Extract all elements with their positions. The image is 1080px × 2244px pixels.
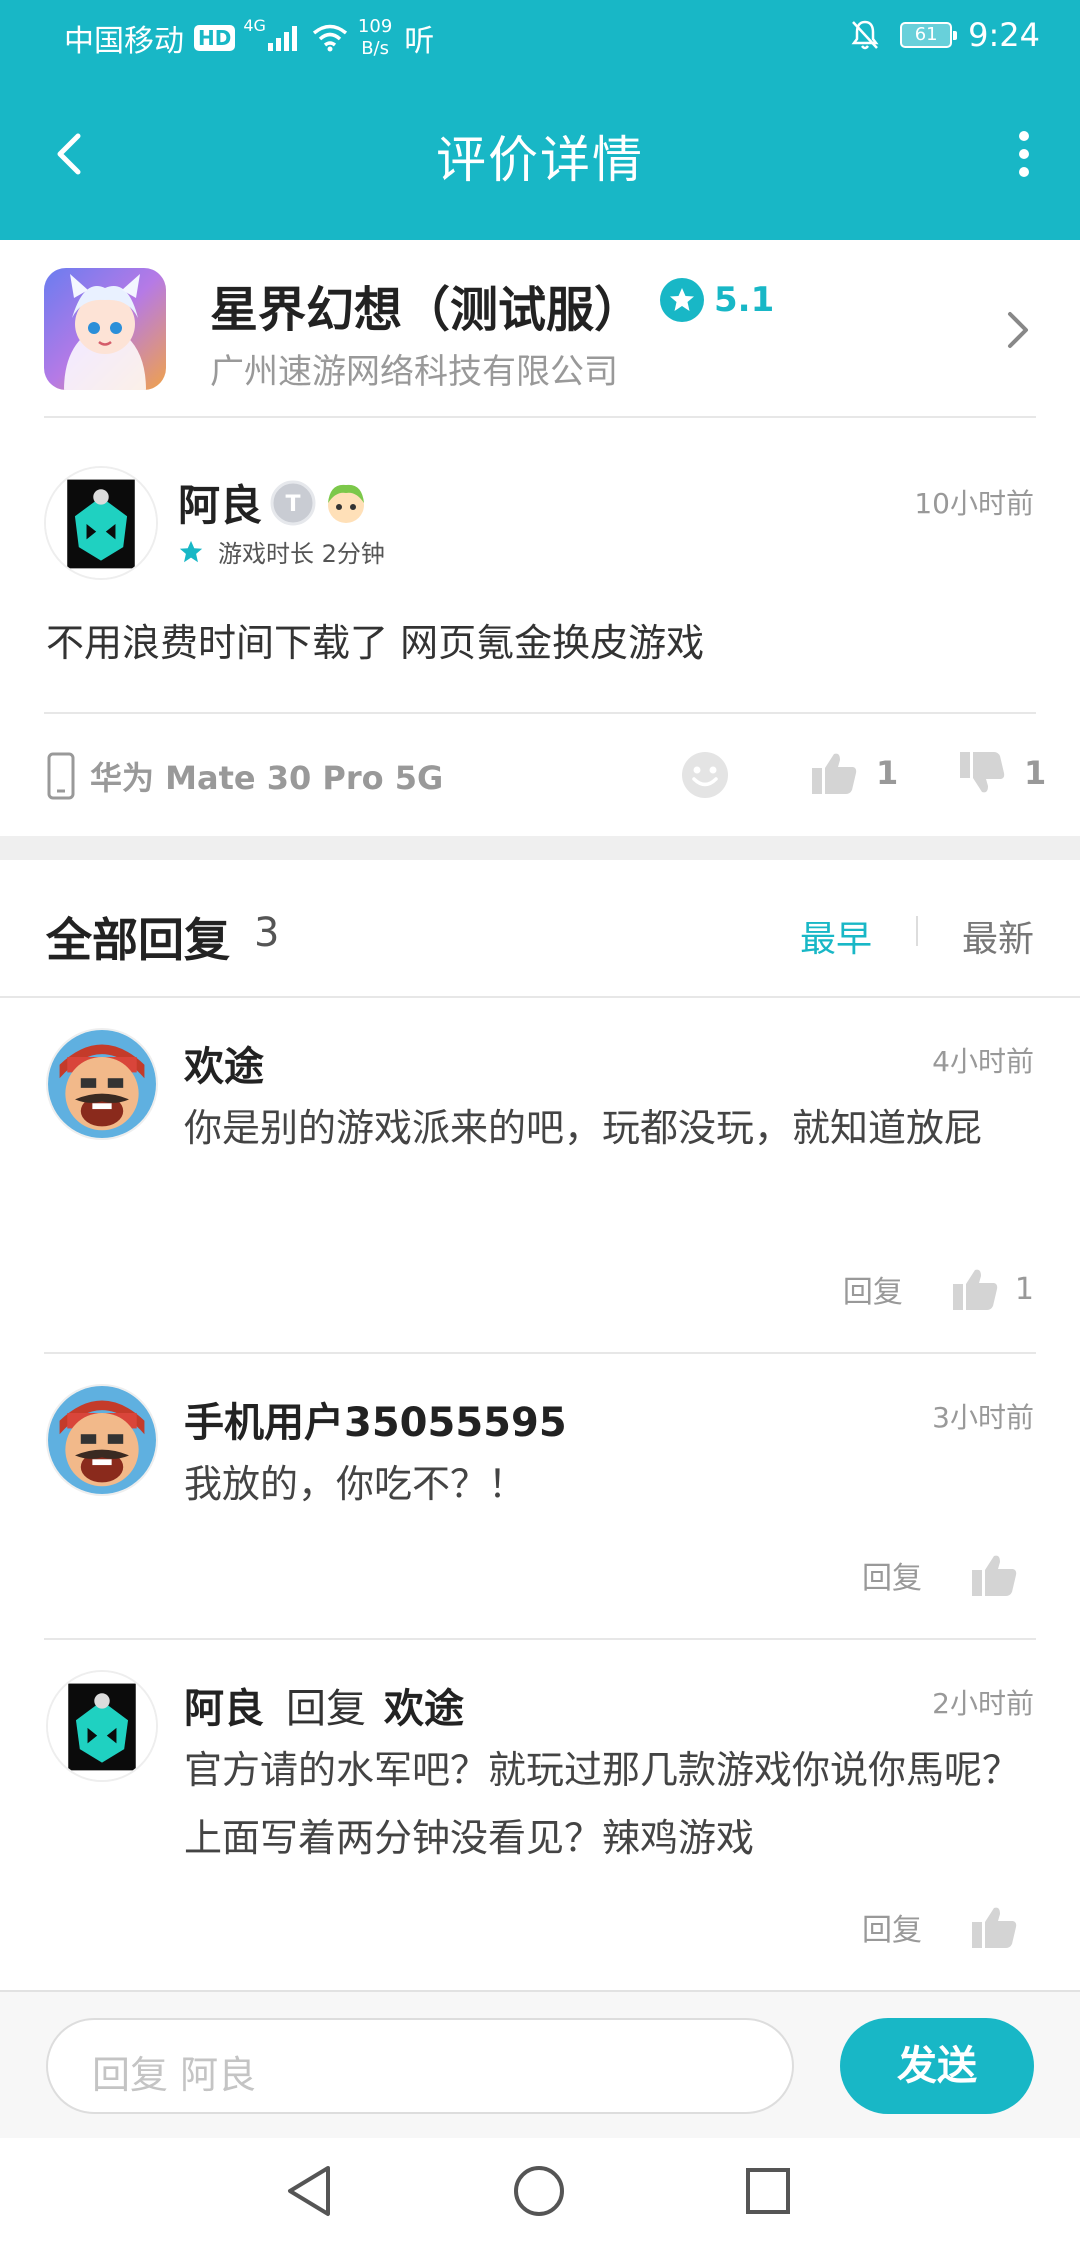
network-speed: 109 B/s: [358, 16, 392, 60]
sort-earliest-tab[interactable]: 最早: [800, 910, 872, 962]
avatar[interactable]: [46, 1670, 158, 1782]
game-card[interactable]: 星界幻想（测试服） 5.1 广州速游网络科技有限公司: [0, 240, 1080, 418]
replies-count: 3: [254, 910, 280, 956]
nav-home-icon[interactable]: [512, 2164, 566, 2218]
divider: [44, 712, 1036, 714]
review-card: 阿良 T 游戏时长 2分钟 10小时前 不用浪费时间下载了 网页氪金换皮游戏 华…: [0, 420, 1080, 836]
sort-latest-tab[interactable]: 最新: [962, 910, 1034, 962]
speed-unit: B/s: [361, 38, 389, 59]
reply-text: 官方请的水军吧？就玩过那几款游戏你说你馬呢？上面写着两分钟没看见？辣鸡游戏: [184, 1748, 1021, 1860]
listen-icon: 听: [404, 24, 435, 59]
playtime-label: 游戏时长 2分钟: [218, 540, 385, 568]
reply-composer: 回复 阿良 发送: [0, 1990, 1080, 2138]
reply-time: 3小时前: [932, 1401, 1034, 1434]
wifi-icon: [312, 24, 348, 52]
nav-back-icon[interactable]: [284, 2164, 334, 2218]
reply-actions: 回复: [862, 1552, 1034, 1598]
like-count: 1: [876, 754, 899, 792]
reply-time: 4小时前: [932, 1045, 1034, 1078]
reply-button[interactable]: 回复: [862, 1553, 922, 1597]
navigation-bar: 评价详情: [0, 110, 1080, 200]
reply-button[interactable]: 回复: [843, 1267, 903, 1311]
developer-name: 广州速游网络科技有限公司: [210, 352, 618, 392]
thumbs-down-icon: [960, 752, 1005, 793]
game-rating: 5.1: [660, 278, 774, 322]
reply-button[interactable]: 回复: [862, 1905, 922, 1949]
reply-input[interactable]: 回复 阿良: [46, 2018, 794, 2114]
phone-icon: [47, 752, 75, 800]
reply-text: 你是别的游戏派来的吧，玩都没玩，就知道放屁: [184, 1106, 983, 1150]
device-name: 华为 Mate 30 Pro 5G: [90, 759, 444, 797]
character-badge-icon: [328, 484, 365, 523]
thumbs-up-icon[interactable]: [951, 1266, 999, 1312]
bell-muted-icon: [851, 20, 879, 50]
dislike-count: 1: [1024, 754, 1047, 792]
divider: [44, 416, 1036, 418]
author-name[interactable]: 阿良: [178, 472, 262, 533]
smiley-icon[interactable]: [680, 750, 730, 800]
reply-to-label: 回复: [286, 1686, 366, 1732]
author-line: 阿良 T: [178, 472, 370, 533]
reply-item: 欢途 4小时前 你是别的游戏派来的吧，玩都没玩，就知道放屁 回复 1: [0, 998, 1080, 1352]
star-icon: [660, 278, 704, 322]
nav-recents-icon[interactable]: [744, 2164, 792, 2218]
device-info: 华为 Mate 30 Pro 5G: [46, 752, 443, 800]
thumbs-up-icon[interactable]: [970, 1552, 1018, 1598]
hd-badge: HD: [194, 25, 236, 51]
reply-time: 2小时前: [932, 1687, 1034, 1720]
avatar[interactable]: [46, 1384, 158, 1496]
game-name: 星界幻想（测试服）: [210, 282, 643, 338]
dislike-button[interactable]: 1: [958, 750, 1046, 796]
avatar[interactable]: [46, 1028, 158, 1140]
replies-header: 全部回复 3 最早 最新: [0, 860, 1080, 998]
reply-actions: 回复 1: [843, 1266, 1034, 1312]
speed-value: 109: [357, 16, 393, 37]
carrier-label: 中国移动: [64, 24, 184, 59]
reply-item: 手机用户35055595 3小时前 我放的，你吃不？！ 回复: [0, 1354, 1080, 1640]
sort-divider: [916, 916, 918, 946]
playtime: 游戏时长 2分钟: [178, 534, 385, 569]
reply-target[interactable]: 欢途: [384, 1676, 464, 1734]
like-button[interactable]: 1: [810, 750, 898, 796]
battery-indicator: 61: [900, 22, 958, 48]
section-gap: [0, 836, 1080, 860]
star-icon: [179, 540, 203, 562]
chevron-right-icon[interactable]: [1000, 308, 1036, 352]
send-button[interactable]: 发送: [840, 2018, 1034, 2114]
reply-author-line: 阿良 回复 欢途: [184, 1676, 464, 1734]
reply-text: 我放的，你吃不？！: [184, 1462, 527, 1506]
signal-icon: [267, 25, 300, 51]
replies-title: 全部回复: [46, 913, 230, 967]
system-navigation-bar: [0, 2138, 1080, 2244]
avatar[interactable]: [44, 466, 158, 580]
like-count: 1: [1014, 1271, 1034, 1307]
rating-value: 5.1: [714, 280, 775, 320]
top-app-bar: 中国移动 HD 4G 109 B/s 听 61 9:24 评价详情: [0, 0, 1080, 240]
status-bar: 中国移动 HD 4G 109 B/s 听 61 9:24: [0, 0, 1080, 72]
svg-text:T: T: [286, 492, 301, 517]
thumbs-up-icon: [812, 753, 857, 794]
network-type: 4G: [243, 16, 266, 35]
page-title: 评价详情: [436, 131, 644, 189]
thumbs-up-icon[interactable]: [970, 1904, 1018, 1950]
level-badge-icon: T: [270, 480, 316, 525]
reply-actions: 回复: [862, 1904, 1034, 1950]
review-time: 10小时前: [914, 487, 1034, 520]
reply-item: 阿良 回复 欢途 2小时前 官方请的水军吧？就玩过那几款游戏你说你馬呢？上面写着…: [0, 1640, 1080, 1990]
reply-author[interactable]: 阿良: [184, 1676, 264, 1734]
review-text: 不用浪费时间下载了 网页氪金换皮游戏: [46, 621, 705, 665]
more-vertical-icon[interactable]: [1004, 124, 1044, 184]
clock: 9:24: [968, 16, 1040, 54]
reply-author[interactable]: 手机用户35055595: [184, 1390, 567, 1448]
game-icon: [44, 268, 166, 390]
reply-author[interactable]: 欢途: [184, 1034, 264, 1092]
